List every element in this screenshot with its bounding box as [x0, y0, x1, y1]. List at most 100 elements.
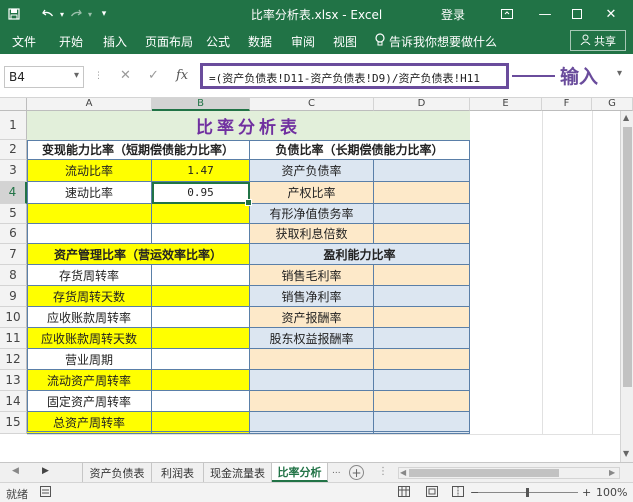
row-header-1[interactable]: 1 — [0, 111, 27, 140]
empty-cell[interactable] — [152, 224, 250, 244]
row-header-2[interactable]: 2 — [0, 140, 27, 160]
close-icon[interactable]: ✕ — [600, 4, 622, 24]
row-header-7[interactable]: 7 — [0, 244, 27, 265]
receivables-days-value[interactable] — [152, 328, 250, 349]
current-asset-turnover-value[interactable] — [152, 370, 250, 391]
horizontal-scrollbar[interactable]: ◀ ▶ — [398, 467, 620, 479]
scrollbar-thumb[interactable] — [409, 469, 559, 477]
tangible-net-debt-ratio-value[interactable] — [374, 204, 470, 224]
empty-cell[interactable] — [27, 204, 152, 224]
empty-cell[interactable] — [250, 349, 374, 370]
scroll-right-icon[interactable]: ▶ — [609, 468, 615, 477]
debt-ratio-header[interactable]: 负债比率（长期偿债能力比率） — [250, 140, 470, 160]
row-header-6[interactable]: 6 — [0, 224, 27, 244]
zoom-in-icon[interactable]: + — [582, 486, 591, 499]
inventory-turnover-value[interactable] — [152, 265, 250, 286]
operating-cycle-value[interactable] — [152, 349, 250, 370]
tab-file[interactable]: 文件 — [12, 33, 36, 50]
return-on-equity-value[interactable] — [374, 328, 470, 349]
sheet-tab-ratio[interactable]: 比率分析 — [272, 463, 328, 482]
prev-sheet-icon[interactable]: ◀ — [12, 466, 19, 476]
tab-insert[interactable]: 插入 — [103, 33, 127, 50]
row-header-13[interactable]: 13 — [0, 370, 27, 391]
equity-ratio-value[interactable] — [374, 182, 470, 204]
expand-formula-bar-icon[interactable]: ▾ — [617, 68, 622, 79]
row-header-15[interactable]: 15 — [0, 412, 27, 434]
tab-view[interactable]: 视图 — [333, 33, 357, 50]
row-header-9[interactable]: 9 — [0, 286, 27, 307]
login-link[interactable]: 登录 — [441, 6, 465, 23]
inventory-turnover-label[interactable]: 存货周转率 — [27, 265, 152, 286]
sheet-tab-income[interactable]: 利润表 — [152, 463, 204, 482]
zoom-level[interactable]: 100% — [596, 486, 627, 499]
return-on-assets-value[interactable] — [374, 307, 470, 328]
enter-icon[interactable]: ✓ — [148, 68, 159, 83]
share-button[interactable]: 共享 — [570, 30, 626, 51]
macro-record-icon[interactable] — [40, 486, 51, 500]
operating-cycle-label[interactable]: 营业周期 — [27, 349, 152, 370]
chevron-down-icon[interactable]: ▾ — [74, 70, 79, 81]
scroll-down-icon[interactable]: ▼ — [623, 449, 629, 458]
empty-cell[interactable] — [374, 391, 470, 412]
row-header-5[interactable]: 5 — [0, 204, 27, 224]
sheet-tab-balance[interactable]: 资产负债表 — [82, 463, 152, 482]
column-header-g[interactable]: G — [592, 98, 633, 111]
debt-asset-ratio-label[interactable]: 资产负债率 — [250, 160, 374, 182]
sheet-tab-cashflow[interactable]: 现金流量表 — [204, 463, 272, 482]
tab-home[interactable]: 开始 — [59, 33, 83, 50]
empty-cell[interactable] — [374, 349, 470, 370]
quick-ratio-value[interactable]: 0.95 — [152, 182, 250, 204]
row-header-12[interactable]: 12 — [0, 349, 27, 370]
row-header-11[interactable]: 11 — [0, 328, 27, 349]
empty-cell[interactable] — [250, 412, 374, 434]
empty-cell[interactable] — [250, 370, 374, 391]
receivables-turnover-label[interactable]: 应收账款周转率 — [27, 307, 152, 328]
inventory-days-label[interactable]: 存货周转天数 — [27, 286, 152, 307]
minimize-icon[interactable]: — — [534, 4, 556, 24]
row-header-10[interactable]: 10 — [0, 307, 27, 328]
column-header-a[interactable]: A — [27, 98, 152, 111]
inventory-days-value[interactable] — [152, 286, 250, 307]
net-margin-label[interactable]: 销售净利率 — [250, 286, 374, 307]
tab-review[interactable]: 审阅 — [291, 33, 315, 50]
tab-splitter-icon[interactable]: ⋮ — [378, 466, 388, 477]
gross-margin-label[interactable]: 销售毛利率 — [250, 265, 374, 286]
interest-coverage-value[interactable] — [374, 224, 470, 244]
fixed-asset-turnover-label[interactable]: 固定资产周转率 — [27, 391, 152, 412]
return-on-equity-label[interactable]: 股东权益报酬率 — [250, 328, 374, 349]
current-ratio-label[interactable]: 流动比率 — [27, 160, 152, 182]
receivables-days-label[interactable]: 应收账款周转天数 — [27, 328, 152, 349]
tab-page-layout[interactable]: 页面布局 — [145, 33, 193, 50]
normal-view-icon[interactable] — [398, 486, 410, 500]
row-header-8[interactable]: 8 — [0, 265, 27, 286]
spreadsheet-grid[interactable]: A B C D E F G 1 2 3 4 5 6 7 8 9 10 11 12… — [0, 98, 633, 435]
debt-asset-ratio-value[interactable] — [374, 160, 470, 182]
row-header-3[interactable]: 3 — [0, 160, 27, 182]
empty-cell[interactable] — [374, 370, 470, 391]
column-header-c[interactable]: C — [250, 98, 374, 111]
column-header-f[interactable]: F — [542, 98, 592, 111]
current-asset-turnover-label[interactable]: 流动资产周转率 — [27, 370, 152, 391]
row-header-4[interactable]: 4 — [0, 182, 27, 204]
empty-cell[interactable] — [152, 204, 250, 224]
quick-ratio-label[interactable]: 速动比率 — [27, 182, 152, 204]
name-box[interactable]: B4 ▾ — [4, 66, 84, 88]
column-header-b[interactable]: B — [152, 98, 250, 111]
equity-ratio-label[interactable]: 产权比率 — [250, 182, 374, 204]
insert-function-icon[interactable]: fx — [176, 68, 188, 83]
scrollbar-thumb[interactable] — [623, 127, 632, 387]
empty-cell[interactable] — [374, 412, 470, 434]
empty-cell[interactable] — [27, 224, 152, 244]
page-layout-view-icon[interactable] — [426, 486, 438, 500]
tell-me-input[interactable]: 告诉我你想要做什么 — [389, 33, 497, 50]
empty-cell[interactable] — [250, 391, 374, 412]
maximize-icon[interactable] — [566, 4, 588, 24]
tangible-net-debt-ratio-label[interactable]: 有形净值债务率 — [250, 204, 374, 224]
row-header-14[interactable]: 14 — [0, 391, 27, 412]
more-sheets[interactable]: ... — [332, 466, 341, 476]
zoom-slider[interactable] — [478, 488, 578, 497]
receivables-turnover-value[interactable] — [152, 307, 250, 328]
total-asset-turnover-value[interactable] — [152, 412, 250, 434]
liquidity-ratio-header[interactable]: 变现能力比率（短期偿债能力比率） — [27, 140, 250, 160]
scroll-up-icon[interactable]: ▲ — [623, 113, 629, 122]
